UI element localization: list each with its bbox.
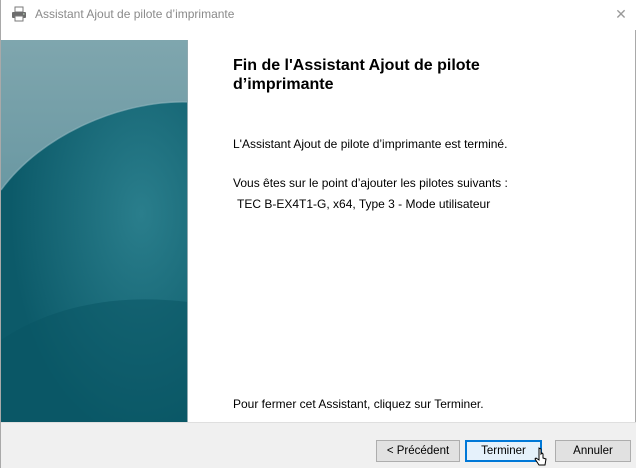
driver-list-item: TEC B-EX4T1-G, x64, Type 3 - Mode utilis… (237, 197, 491, 211)
back-button[interactable]: < Précédent (376, 440, 460, 462)
window-title: Assistant Ajout de pilote d’imprimante (35, 7, 235, 21)
cancel-button[interactable]: Annuler (555, 440, 631, 462)
printer-icon (11, 6, 27, 22)
wizard-banner-image (1, 40, 188, 422)
title-bar: Assistant Ajout de pilote d’imprimante ✕ (1, 0, 636, 30)
page-title: Fin de l'Assistant Ajout de pilote d’imp… (233, 57, 480, 93)
finish-button[interactable]: Terminer (465, 440, 542, 462)
close-icon: ✕ (615, 7, 627, 23)
close-instruction-text: Pour fermer cet Assistant, cliquez sur T… (233, 397, 484, 411)
mouse-pointer-icon (534, 447, 550, 469)
intro-text: Vous êtes sur le point d’ajouter les pil… (233, 176, 508, 190)
wizard-window: Assistant Ajout de pilote d’imprimante ✕ (0, 0, 636, 468)
banner-divider (187, 40, 188, 422)
completed-text: L'Assistant Ajout de pilote d’imprimante… (233, 137, 508, 151)
close-button[interactable]: ✕ (605, 0, 636, 30)
